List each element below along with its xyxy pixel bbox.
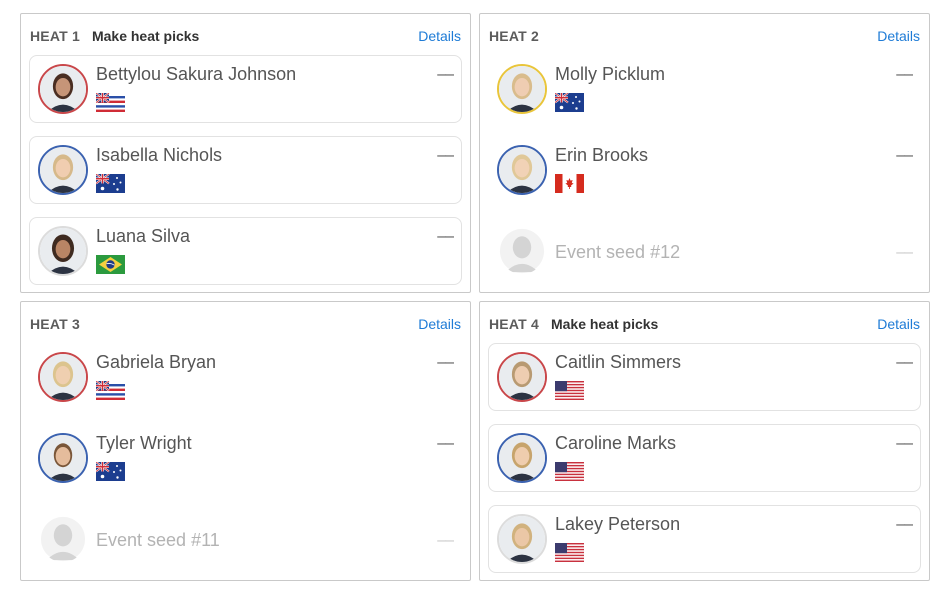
surfer-avatar [38,433,88,483]
surfer-avatar [38,226,88,276]
surfer-score: –– [437,66,454,83]
australia-flag-icon [555,93,584,112]
usa-flag-icon [555,543,584,562]
surfer-row[interactable]: Caitlin Simmers –– [488,343,921,411]
surfer-score: –– [896,516,913,533]
surfer-avatar [497,433,547,483]
heat-label: HEAT 1 [30,28,80,44]
details-link[interactable]: Details [877,316,920,332]
surfer-avatar [497,352,547,402]
australia-flag-icon [96,174,125,193]
heat-card-3: HEAT 3 Details Gabriela Bryan –– Tyler W… [20,301,471,581]
surfer-row[interactable]: Lakey Peterson –– [488,505,921,573]
surfer-name: Caitlin Simmers [555,352,682,372]
surfer-name: Molly Picklum [555,64,666,84]
heat-label: HEAT 4 [489,316,539,332]
details-link[interactable]: Details [877,28,920,44]
surfer-name: Caroline Marks [555,433,677,453]
surfer-avatar [497,514,547,564]
surfer-row[interactable]: Bettylou Sakura Johnson –– [29,55,462,123]
surfer-score: –– [437,228,454,245]
surfer-score: –– [896,354,913,371]
surfer-avatar [38,64,88,114]
surfer-row: Erin Brooks –– [488,136,921,204]
surfer-row[interactable]: Luana Silva –– [29,217,462,285]
surfer-name: Erin Brooks [555,145,649,165]
make-heat-picks-prompt[interactable]: Make heat picks [92,28,199,44]
surfer-score: –– [437,532,454,549]
heat-card-1: HEAT 1 Make heat picks Details Bettylou … [20,13,471,293]
surfer-score: –– [896,435,913,452]
surfer-score: –– [896,147,913,164]
event-seed-placeholder: Event seed #11 [96,530,220,550]
hawaii-flag-icon [96,381,125,400]
surfer-avatar [497,64,547,114]
surfer-name: Lakey Peterson [555,514,681,534]
surfer-row: Event seed #12 –– [488,217,921,285]
heat-label: HEAT 2 [489,28,539,44]
placeholder-avatar-icon [38,514,88,564]
heat-card-4: HEAT 4 Make heat picks Details Caitlin S… [479,301,930,581]
heat-header: HEAT 1 Make heat picks Details [30,27,461,45]
surfer-name: Tyler Wright [96,433,192,453]
make-heat-picks-prompt[interactable]: Make heat picks [551,316,658,332]
event-seed-placeholder: Event seed #12 [555,242,681,262]
details-link[interactable]: Details [418,316,461,332]
brazil-flag-icon [96,255,125,274]
heat-header: HEAT 4 Make heat picks Details [489,315,920,333]
usa-flag-icon [555,462,584,481]
surfer-row: Gabriela Bryan –– [29,343,462,411]
surfer-avatar [497,145,547,195]
surfer-score: –– [437,354,454,371]
heat-card-2: HEAT 2 Details Molly Picklum –– Erin Bro… [479,13,930,293]
surfer-score: –– [437,435,454,452]
surfer-name: Gabriela Bryan [96,352,217,372]
surfer-score: –– [896,66,913,83]
surfer-avatar [38,352,88,402]
heat-header: HEAT 3 Details [30,315,461,333]
surfer-name: Bettylou Sakura Johnson [96,64,297,84]
surfer-name: Luana Silva [96,226,191,246]
heat-header: HEAT 2 Details [489,27,920,45]
surfer-score: –– [896,244,913,261]
heat-label: HEAT 3 [30,316,80,332]
australia-flag-icon [96,462,125,481]
surfer-row[interactable]: Caroline Marks –– [488,424,921,492]
surfer-row: Molly Picklum –– [488,55,921,123]
surfer-avatar [38,145,88,195]
hawaii-flag-icon [96,93,125,112]
surfer-row: Event seed #11 –– [29,505,462,573]
details-link[interactable]: Details [418,28,461,44]
usa-flag-icon [555,381,584,400]
surfer-row: Tyler Wright –– [29,424,462,492]
surfer-name: Isabella Nichols [96,145,223,165]
surfer-row[interactable]: Isabella Nichols –– [29,136,462,204]
surfer-score: –– [437,147,454,164]
placeholder-avatar-icon [497,226,547,276]
canada-flag-icon [555,174,584,193]
